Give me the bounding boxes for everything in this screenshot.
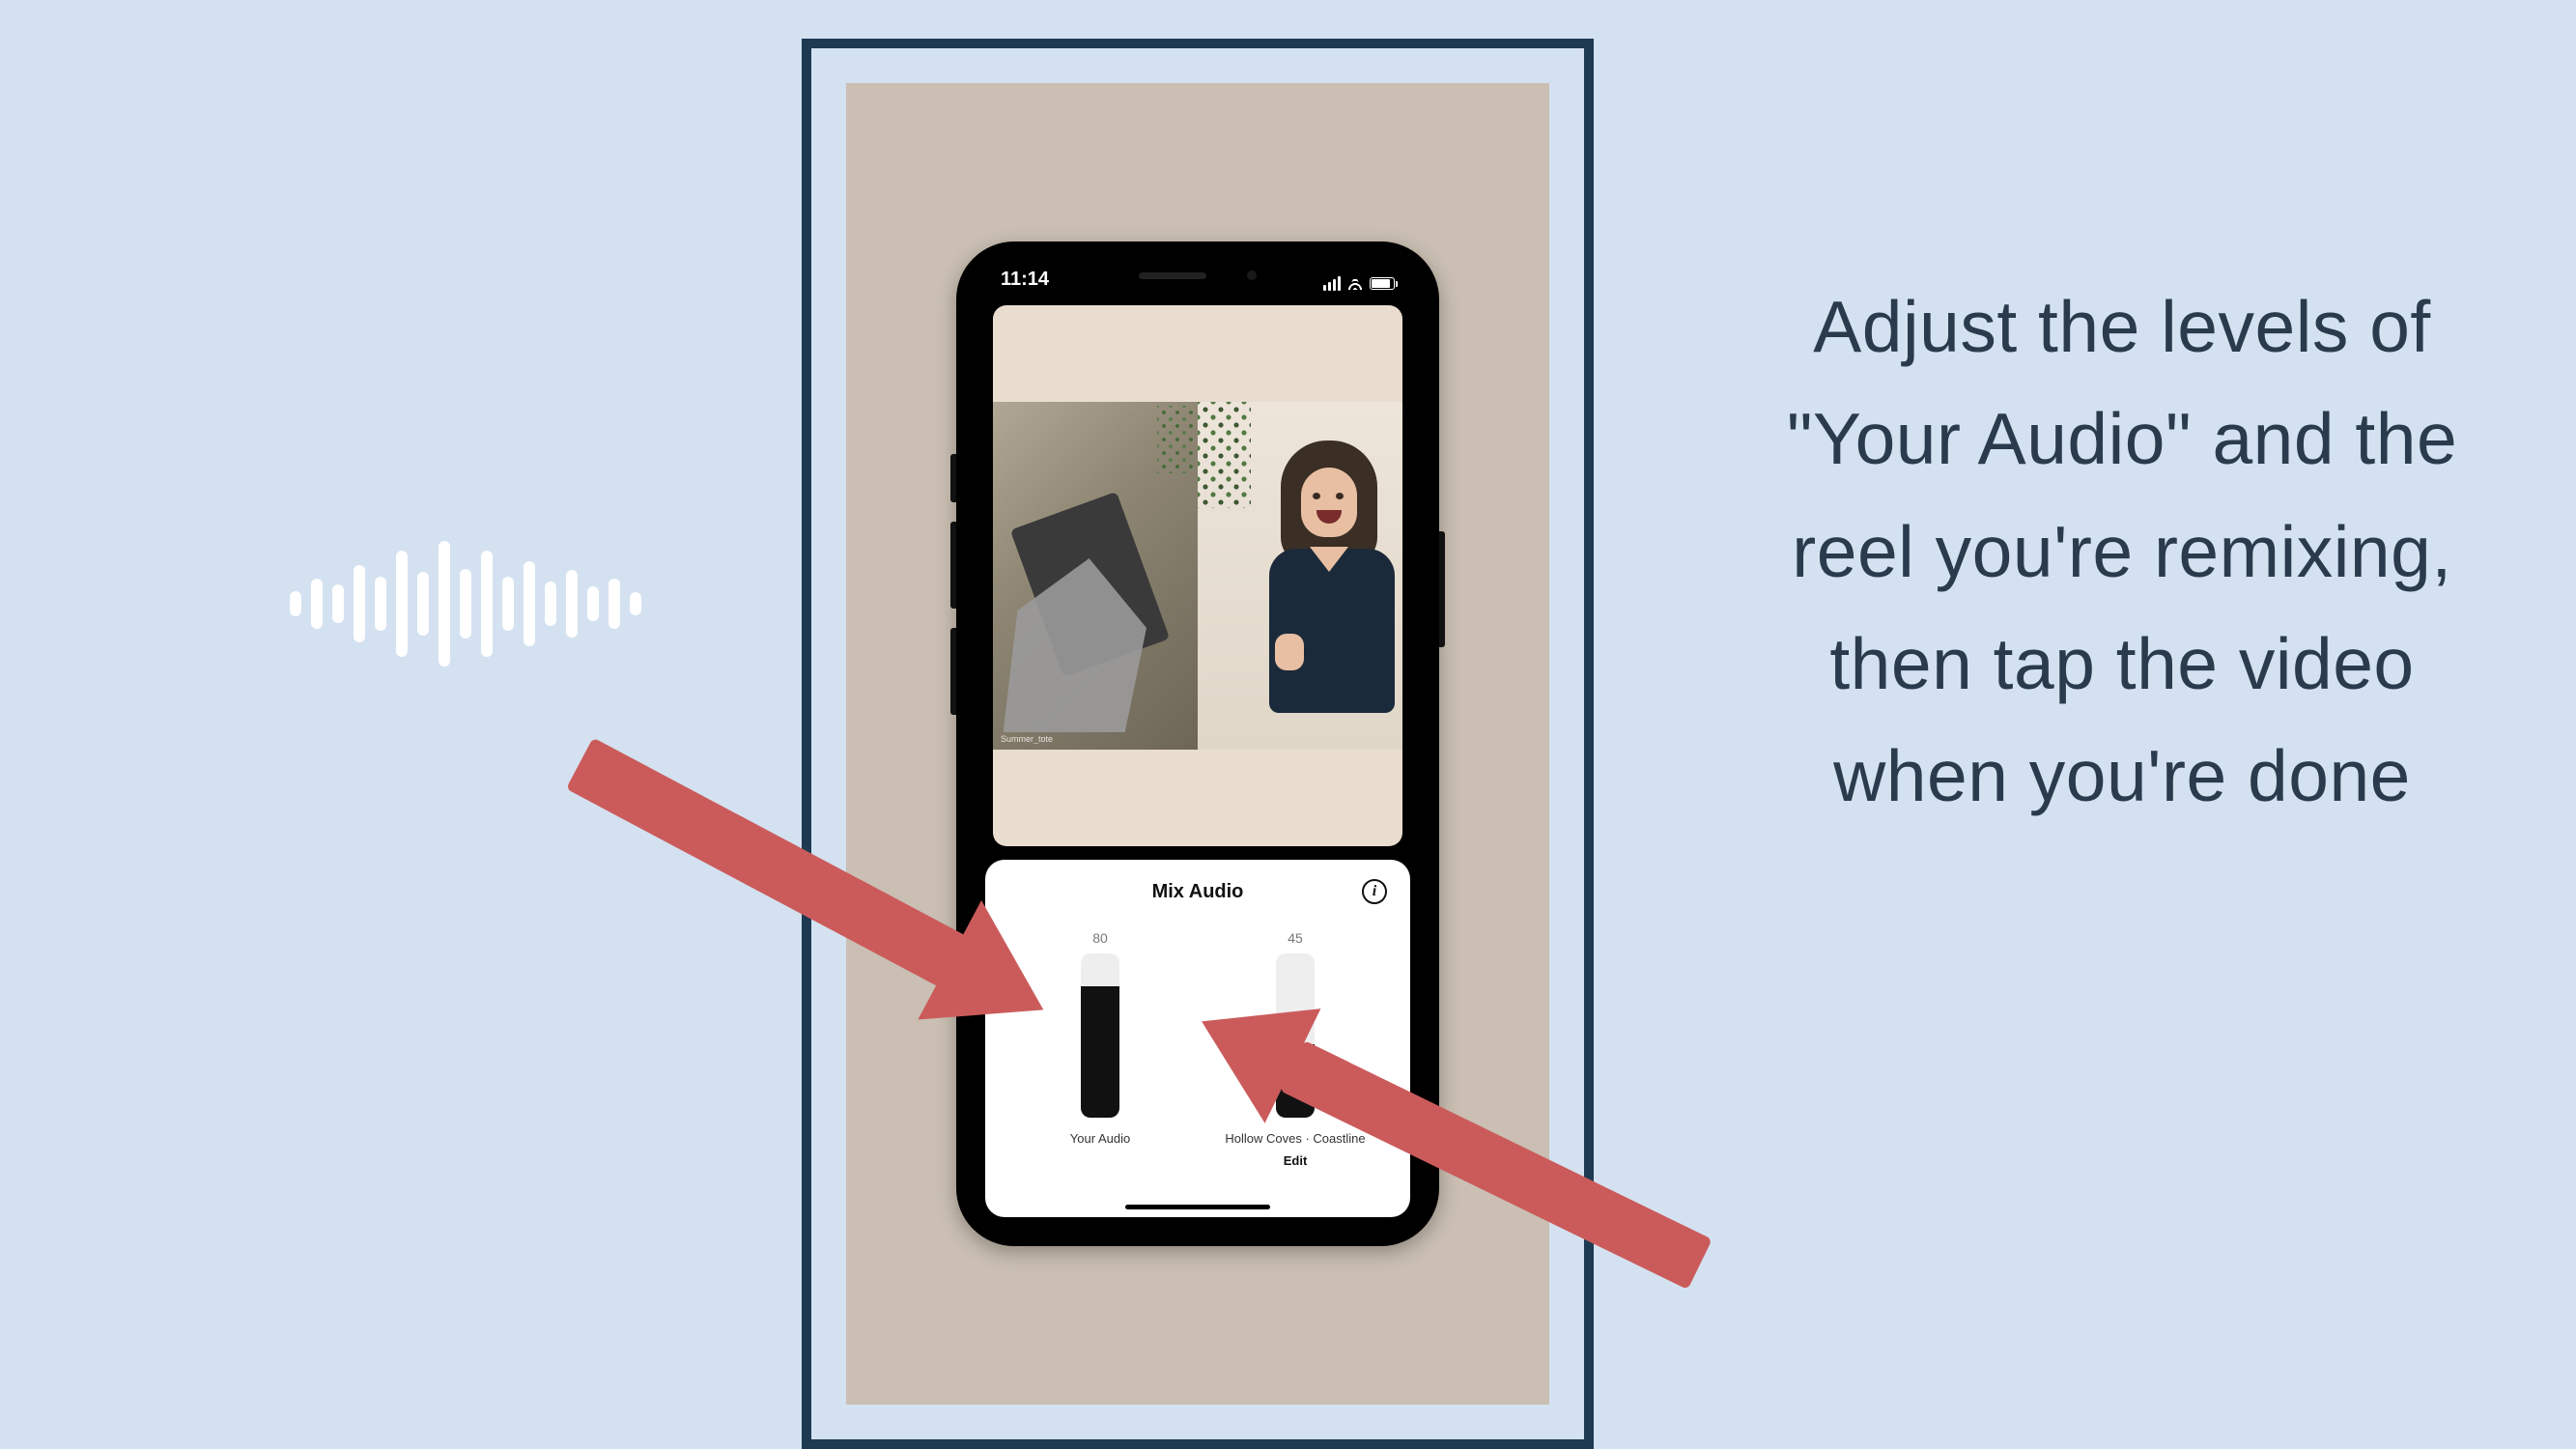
wifi-icon [1346, 276, 1364, 290]
reel-preview[interactable]: Summer_tote [993, 305, 1402, 846]
slider-fill [1081, 986, 1119, 1118]
tutorial-frame-bg: 11:14 Summer_tote [846, 83, 1549, 1405]
status-indicators [1323, 269, 1395, 298]
reel-original-caption: Summer_tote [1001, 734, 1053, 744]
reel-remix-original: Summer_tote [993, 402, 1198, 750]
phone-mute-switch [950, 454, 956, 502]
slider-value: 45 [1288, 930, 1303, 946]
soundwave-bar [566, 570, 578, 638]
info-icon[interactable]: i [1362, 879, 1387, 904]
cellular-icon [1323, 276, 1341, 291]
soundwave-bar [354, 565, 365, 642]
mix-audio-title: Mix Audio [1152, 881, 1244, 903]
slider-value: 80 [1092, 930, 1108, 946]
soundwave-bar [396, 551, 408, 657]
phone-power-button [1439, 531, 1445, 647]
battery-icon [1370, 277, 1395, 290]
slider-track[interactable] [1081, 953, 1119, 1118]
soundwave-bar [311, 579, 323, 629]
soundwave-bar [290, 591, 301, 616]
slider-label: Your Audio [1070, 1131, 1130, 1148]
soundwave-bar [545, 582, 556, 626]
soundwave-bar [375, 577, 386, 631]
soundwave-bar [439, 541, 450, 667]
phone-notch [1087, 259, 1309, 292]
soundwave-bar [502, 577, 514, 631]
soundwave-bar [630, 592, 641, 615]
soundwave-bar [609, 579, 620, 629]
soundwave-bar [587, 586, 599, 621]
phone-volume-up [950, 522, 956, 609]
status-time: 11:14 [1001, 269, 1049, 298]
soundwave-icon [290, 541, 641, 667]
soundwave-bar [332, 584, 344, 623]
phone-volume-down [950, 628, 956, 715]
reel-remix-yours [1198, 402, 1402, 750]
soundwave-bar [481, 551, 493, 657]
instruction-text: Adjust the levels of "Your Audio" and th… [1765, 270, 2479, 832]
soundwave-bar [524, 561, 535, 646]
tutorial-frame: 11:14 Summer_tote [802, 39, 1594, 1449]
soundwave-bar [460, 569, 471, 639]
slider-edit-button[interactable]: Edit [1284, 1153, 1308, 1168]
soundwave-bar [417, 572, 429, 636]
slider-label: Hollow Coves · Coastline [1225, 1131, 1365, 1148]
home-indicator[interactable] [1125, 1205, 1270, 1209]
